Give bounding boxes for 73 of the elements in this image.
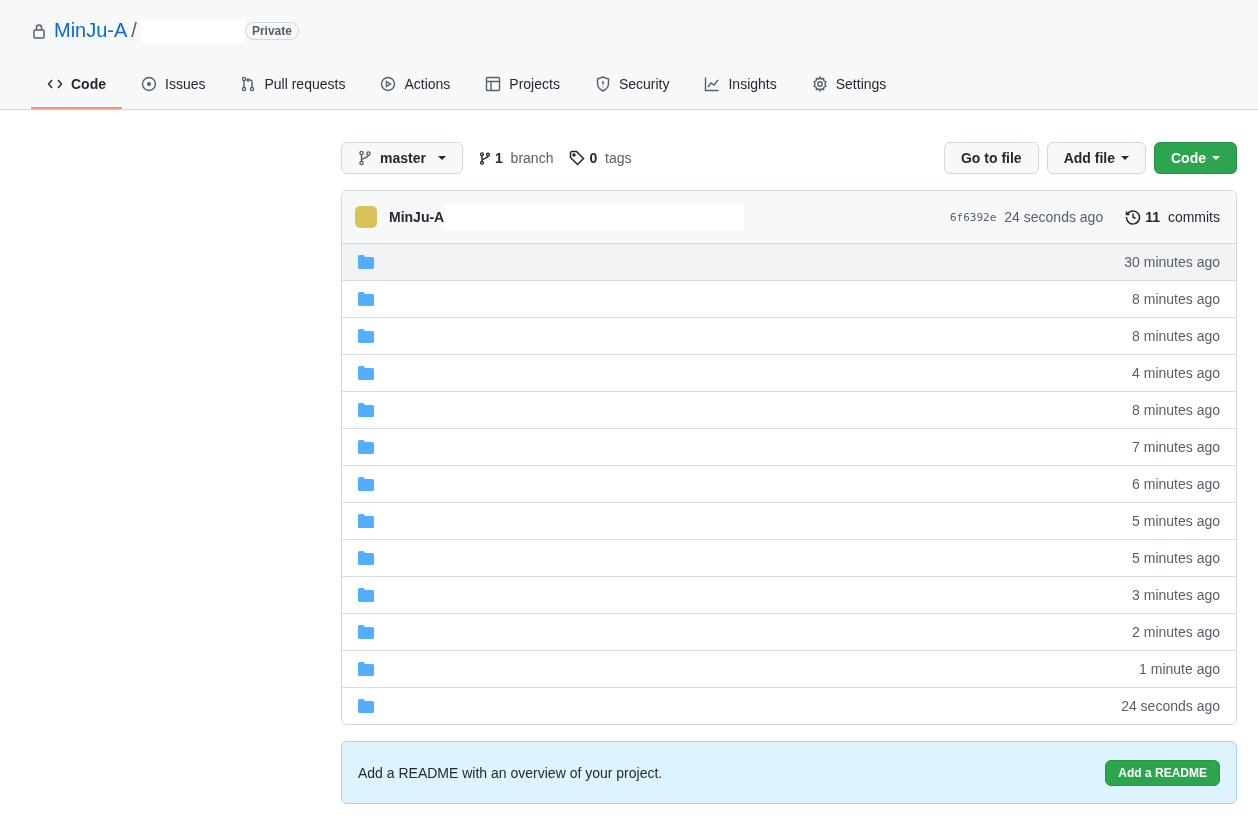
file-time: 24 seconds ago [1121, 698, 1220, 714]
repo-tab[interactable]: Pull requests [224, 61, 362, 109]
file-row[interactable]: 8 minutes ago [342, 391, 1236, 428]
file-row[interactable]: 7 minutes ago [342, 428, 1236, 465]
file-row[interactable]: 4 minutes ago [342, 354, 1236, 391]
owner-link[interactable]: MinJu-A [54, 19, 128, 43]
folder-icon [358, 551, 374, 565]
repo-tab[interactable]: Projects [469, 61, 576, 109]
file-row[interactable]: 2 minutes ago [342, 613, 1236, 650]
file-time: 8 minutes ago [1132, 291, 1220, 307]
folder-icon [358, 662, 374, 676]
add-file-button[interactable]: Add file [1046, 142, 1146, 174]
folder-icon [358, 440, 374, 454]
file-time: 8 minutes ago [1132, 328, 1220, 344]
folder-icon [358, 514, 374, 528]
folder-icon [358, 329, 374, 343]
branches-link[interactable]: 1 branch [478, 150, 554, 166]
repo-tab[interactable]: Code [31, 61, 122, 109]
folder-icon [358, 255, 374, 269]
play-icon [380, 76, 397, 93]
commit-time: 24 seconds ago [1004, 209, 1104, 225]
pull-request-icon [240, 76, 257, 93]
file-row[interactable]: 24 seconds ago [342, 687, 1236, 724]
readme-message: Add a README with an overview of your project. [358, 764, 663, 781]
avatar [355, 206, 377, 228]
repo-tab[interactable]: Insights [688, 61, 793, 109]
folder-icon [358, 625, 374, 639]
commits-link[interactable]: 11 commits [1125, 209, 1220, 225]
circle-dot-icon [141, 76, 157, 93]
repo-tab[interactable]: Security [578, 61, 686, 109]
file-row[interactable]: 5 minutes ago [342, 502, 1236, 539]
branch-icon [358, 150, 372, 166]
repo-tab[interactable]: Issues [125, 61, 222, 109]
folder-icon [358, 588, 374, 602]
file-time: 30 minutes ago [1124, 254, 1220, 270]
commit-sha[interactable]: 6f6392e [949, 210, 997, 224]
file-row[interactable]: 3 minutes ago [342, 576, 1236, 613]
branch-select[interactable]: master [341, 142, 463, 174]
settings-icon [811, 76, 828, 93]
tags-link[interactable]: 0 tags [569, 150, 632, 166]
file-time: 1 minute ago [1139, 661, 1220, 677]
shield-icon [594, 76, 611, 93]
repo-tab[interactable]: Settings [795, 61, 903, 109]
folder-icon [358, 699, 374, 713]
file-time: 5 minutes ago [1132, 550, 1220, 566]
folder-icon [358, 366, 374, 380]
table-icon [485, 76, 502, 93]
path-separator: / [131, 19, 137, 43]
caret-icon [437, 156, 446, 160]
branch-icon [478, 150, 491, 166]
file-time: 5 minutes ago [1132, 513, 1220, 529]
file-time: 7 minutes ago [1132, 439, 1220, 455]
lock-icon [32, 22, 46, 39]
file-time: 8 minutes ago [1132, 402, 1220, 418]
repo-tab[interactable]: Actions [364, 61, 467, 109]
file-row[interactable]: 8 minutes ago [342, 317, 1236, 354]
file-row[interactable]: 30 minutes ago [342, 244, 1236, 280]
go-to-file-button[interactable]: Go to file [944, 142, 1039, 174]
history-icon [1125, 209, 1142, 225]
graph-icon [704, 76, 721, 93]
tag-icon [569, 150, 586, 166]
file-time: 2 minutes ago [1132, 624, 1220, 640]
file-time: 3 minutes ago [1132, 587, 1220, 603]
file-row[interactable]: 6 minutes ago [342, 465, 1236, 502]
file-row[interactable]: 1 minute ago [342, 650, 1236, 687]
file-row[interactable]: 5 minutes ago [342, 539, 1236, 576]
folder-icon [358, 292, 374, 306]
file-time: 6 minutes ago [1132, 476, 1220, 492]
file-row[interactable]: 8 minutes ago [342, 280, 1236, 317]
folder-icon [358, 477, 374, 491]
file-time: 4 minutes ago [1132, 365, 1220, 381]
commit-author[interactable]: MinJu-A [389, 209, 445, 225]
folder-icon [358, 403, 374, 417]
